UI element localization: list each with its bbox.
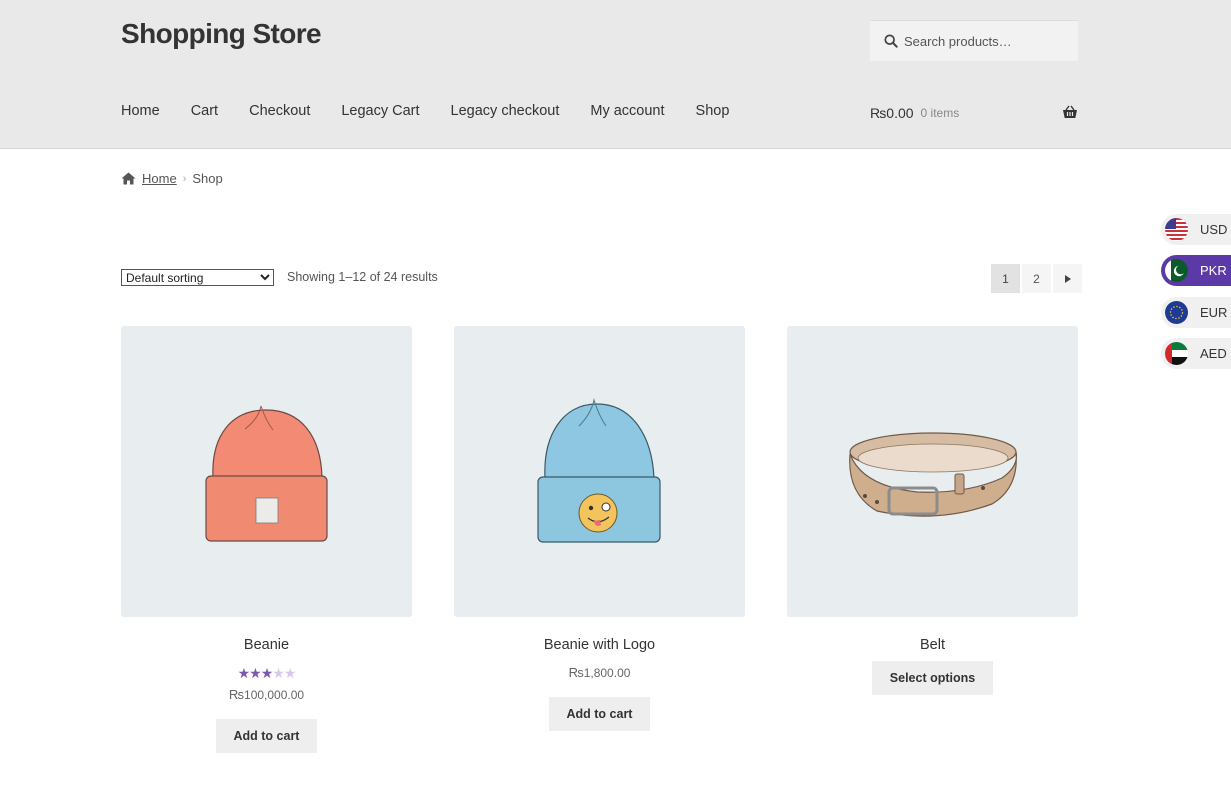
nav-item-home[interactable]: Home: [121, 103, 160, 119]
page-number-current: 1: [991, 264, 1020, 293]
nav-item-cart[interactable]: Cart: [191, 103, 218, 119]
currency-code: EUR: [1200, 305, 1228, 320]
product-image[interactable]: [454, 326, 745, 617]
pagination: 1 2: [991, 264, 1084, 293]
currency-code: AED: [1200, 346, 1227, 361]
nav-item-legacy-cart[interactable]: Legacy Cart: [341, 103, 419, 119]
nav-item-legacy-checkout[interactable]: Legacy checkout: [451, 103, 560, 119]
product-card: Beanie with Logo ₨1,800.00 Add to cart: [454, 326, 745, 731]
search-icon: [884, 34, 898, 48]
breadcrumb-separator: ›: [182, 172, 187, 185]
currency-option-eur[interactable]: EUR: [1161, 297, 1231, 328]
nav-item-checkout[interactable]: Checkout: [249, 103, 310, 119]
main-navigation: Home Cart Checkout Legacy Cart Legacy ch…: [121, 103, 760, 119]
site-header: Shopping Store Home Cart Checkout Legacy…: [0, 0, 1231, 149]
breadcrumb-current: Shop: [192, 171, 223, 186]
page-number-link[interactable]: 2: [1022, 264, 1051, 293]
product-card: Beanie ★★★★★ ₨100,000.00 Add to cart: [121, 326, 412, 753]
cart-amount: ₨0.00: [870, 105, 914, 121]
product-title[interactable]: Belt: [787, 637, 1078, 653]
site-title[interactable]: Shopping Store: [121, 18, 322, 50]
basket-icon: [1063, 105, 1077, 118]
price-value: 100,000.00: [244, 688, 305, 702]
product-title[interactable]: Beanie with Logo: [454, 637, 745, 653]
belt-image: [849, 432, 1018, 517]
currency-symbol: ₨: [568, 665, 584, 680]
us-flag-icon: [1165, 218, 1188, 241]
uae-flag-icon: [1165, 342, 1188, 365]
product-price: ₨100,000.00: [121, 687, 412, 702]
beanie-image: [205, 405, 328, 542]
result-count: Showing 1–12 of 24 results: [287, 270, 438, 284]
nav-item-my-account[interactable]: My account: [590, 103, 664, 119]
product-card: Belt Select options: [787, 326, 1078, 695]
star-rating: ★★★★★: [237, 665, 297, 681]
beanie-with-logo-image: [537, 398, 661, 543]
currency-symbol: ₨: [228, 687, 245, 702]
currency-option-pkr[interactable]: PKR: [1161, 255, 1231, 286]
search-input[interactable]: [904, 33, 1074, 49]
product-price: ₨1,800.00: [454, 665, 745, 680]
product-title[interactable]: Beanie: [121, 637, 412, 653]
caret-right-icon: [1064, 274, 1071, 283]
search-box[interactable]: [870, 20, 1078, 61]
nav-item-shop[interactable]: Shop: [696, 103, 730, 119]
select-options-button[interactable]: Select options: [871, 661, 994, 695]
product-image[interactable]: [121, 326, 412, 617]
cart-item-count: 0 items: [920, 106, 960, 120]
currency-code: USD: [1200, 222, 1228, 237]
currency-code: PKR: [1200, 263, 1227, 278]
currency-option-usd[interactable]: USD: [1161, 214, 1231, 245]
next-page-button[interactable]: [1053, 264, 1082, 293]
home-icon: [121, 172, 136, 185]
add-to-cart-button[interactable]: Add to cart: [548, 697, 651, 731]
product-image[interactable]: [787, 326, 1078, 617]
price-value: 1,800.00: [583, 666, 631, 680]
mini-cart[interactable]: ₨0.00 0 items: [870, 103, 1078, 123]
currency-option-aed[interactable]: AED: [1161, 338, 1231, 369]
add-to-cart-button[interactable]: Add to cart: [215, 719, 318, 753]
breadcrumb: Home › Shop: [121, 171, 223, 186]
eu-flag-icon: [1165, 301, 1188, 324]
sorting-select[interactable]: Default sorting: [121, 269, 274, 286]
pakistan-flag-icon: [1165, 259, 1188, 282]
breadcrumb-home-link[interactable]: Home: [142, 171, 177, 186]
